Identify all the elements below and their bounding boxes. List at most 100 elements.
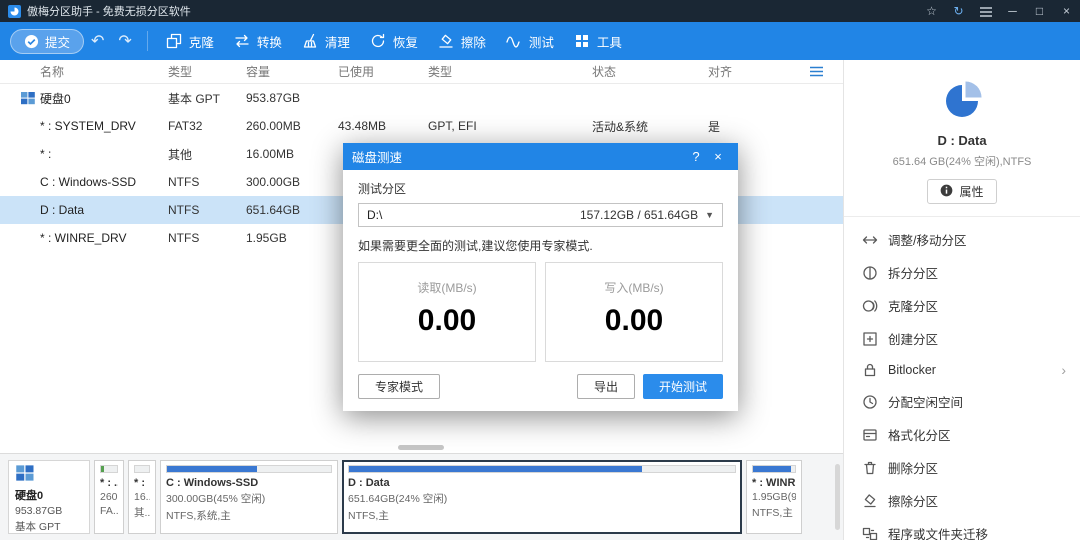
dropdown-arrow-icon: ▼ [705, 210, 714, 220]
partition-block[interactable]: C : Windows-SSD 300.00GB(45% 空闲) NTFS,系统… [160, 460, 338, 534]
partition-block[interactable]: * : 16... 其... [128, 460, 156, 534]
table-row[interactable]: 硬盘0 基本 GPT 953.87GB [0, 84, 843, 112]
menu-item[interactable]: 克隆分区 › [844, 289, 1080, 322]
close-button[interactable]: × [1053, 0, 1080, 22]
dialog-help-icon[interactable]: ? [685, 149, 707, 164]
menu-item[interactable]: 删除分区 › [844, 451, 1080, 484]
clean-icon [302, 33, 318, 49]
toolbar-button[interactable]: 清理 [292, 22, 360, 60]
write-speed-value: 0.00 [546, 304, 722, 338]
read-speed-label: 读取(MB/s) [359, 279, 535, 296]
usage-bar [100, 465, 118, 473]
delete-icon [862, 460, 878, 476]
pie-chart-icon [939, 109, 985, 126]
partition-blocks: * : ... 260... FA... * : 16... 其... [94, 460, 829, 534]
submit-button[interactable]: 提交 [10, 29, 84, 54]
partition-usage: 157.12GB / 651.64GB [580, 208, 698, 222]
toolbar-button[interactable]: 工具 [564, 22, 632, 60]
dialog-close-icon[interactable]: × [707, 149, 729, 164]
menu-item[interactable]: 擦除分区 › [844, 484, 1080, 517]
format-icon [862, 427, 878, 443]
toolbar: 提交 ↶ ↷ 克隆 转换 清理 [0, 22, 1080, 60]
app-window: 傲梅分区助手 - 免费无损分区软件 ☆ ↻ ─ □ × 提交 ↶ ↷ 克隆 [0, 0, 1080, 540]
properties-button[interactable]: 属性 [927, 179, 996, 204]
info-icon [940, 184, 953, 200]
operations-menu: 调整/移动分区 › 拆分分区 › 克隆分区 › [844, 217, 1080, 540]
undo-icon[interactable]: ↶ [91, 31, 104, 51]
column-header-aligned[interactable]: 对齐 [708, 63, 772, 80]
check-circle-icon [24, 34, 39, 49]
disk-map: 硬盘0 953.87GB 基本 GPT * : ... 260... FA... [0, 453, 843, 540]
column-header-name[interactable]: 名称 [0, 63, 168, 80]
menu-item[interactable]: 分配空闲空间 › [844, 385, 1080, 418]
migrate-icon [862, 526, 878, 540]
clone-partition-icon [862, 298, 878, 314]
dialog-title: 磁盘测速 [352, 147, 402, 166]
toolbar-divider [147, 31, 148, 51]
favorite-star-icon[interactable]: ☆ [918, 0, 945, 22]
window-title: 傲梅分区助手 - 免费无损分区软件 [27, 3, 191, 19]
menu-item[interactable]: 程序或文件夹迁移 › [844, 517, 1080, 540]
column-header-capacity[interactable]: 容量 [246, 63, 338, 80]
menu-item[interactable]: Bitlocker › [844, 355, 1080, 385]
titlebar: 傲梅分区助手 - 免费无损分区软件 ☆ ↻ ─ □ × [0, 0, 1080, 22]
partition-block[interactable]: * : WINRE_... 1.95GB(99%... NTFS,主 [746, 460, 802, 534]
column-header-status[interactable]: 状态 [592, 63, 708, 80]
horizontal-scrollbar-thumb[interactable] [398, 445, 444, 450]
toolbar-button[interactable]: 克隆 [156, 22, 224, 60]
toolbar-button[interactable]: 转换 [224, 22, 292, 60]
partition-block[interactable]: D : Data 651.64GB(24% 空闲) NTFS,主 [342, 460, 742, 534]
disk-icon [15, 474, 35, 486]
refresh-icon[interactable]: ↻ [945, 0, 972, 22]
speed-meters: 读取(MB/s) 0.00 写入(MB/s) 0.00 [358, 262, 723, 362]
tools-icon [574, 33, 590, 49]
write-speed-label: 写入(MB/s) [546, 279, 722, 296]
wipe-icon [862, 493, 878, 509]
clone-icon [166, 33, 182, 49]
disk-summary-block[interactable]: 硬盘0 953.87GB 基本 GPT [8, 460, 90, 534]
usage-bar [348, 465, 736, 473]
usage-bar [166, 465, 332, 473]
disk-icon [20, 91, 36, 106]
selected-partition-info: 651.64 GB(24% 空闲),NTFS [852, 153, 1072, 169]
dialog-footer: 专家模式 导出 开始测试 [358, 374, 723, 399]
menu-item[interactable]: 格式化分区 › [844, 418, 1080, 451]
expert-mode-button[interactable]: 专家模式 [358, 374, 440, 399]
menu-item[interactable]: 拆分分区 › [844, 256, 1080, 289]
column-header-fstype[interactable]: 类型 [428, 63, 592, 80]
erase-icon [438, 33, 454, 49]
toolbar-button[interactable]: 测试 [496, 22, 564, 60]
export-button[interactable]: 导出 [577, 374, 635, 399]
app-logo-icon [8, 5, 21, 18]
list-view-icon[interactable] [810, 66, 823, 77]
maximize-button[interactable]: □ [1026, 0, 1053, 22]
write-speed-panel: 写入(MB/s) 0.00 [545, 262, 723, 362]
menu-item[interactable]: 创建分区 › [844, 322, 1080, 355]
partition-select[interactable]: D:\ 157.12GB / 651.64GB ▼ [358, 203, 723, 227]
column-header-type[interactable]: 类型 [168, 63, 246, 80]
dialog-titlebar: 磁盘测速 ? × [343, 143, 738, 170]
toolbar-button[interactable]: 恢复 [360, 22, 428, 60]
selected-partition-name: D : Data [852, 133, 1072, 148]
partition-block[interactable]: * : ... 260... FA... [94, 460, 124, 534]
minimize-button[interactable]: ─ [999, 0, 1026, 22]
selected-partition-summary: D : Data 651.64 GB(24% 空闲),NTFS 属性 [844, 60, 1080, 217]
start-test-button[interactable]: 开始测试 [643, 374, 723, 399]
table-row[interactable]: * : SYSTEM_DRV FAT32 260.00MB 43.48MB GP… [0, 112, 843, 140]
diskmap-scrollbar-thumb[interactable] [835, 464, 840, 530]
column-header-used[interactable]: 已使用 [338, 63, 428, 80]
hamburger-menu-icon[interactable] [972, 0, 999, 22]
read-speed-panel: 读取(MB/s) 0.00 [358, 262, 536, 362]
usage-bar [752, 465, 796, 473]
table-header: 名称 类型 容量 已使用 类型 状态 对齐 [0, 60, 843, 84]
toolbar-button[interactable]: 擦除 [428, 22, 496, 60]
split-icon [862, 265, 878, 281]
partition-select-value: D:\ [367, 208, 382, 222]
redo-icon[interactable]: ↷ [118, 31, 131, 51]
recover-icon [370, 33, 386, 49]
titlebar-controls: ☆ ↻ ─ □ × [918, 0, 1080, 22]
usage-bar [134, 465, 150, 473]
clock-icon [862, 394, 878, 410]
toolbar-actions: 克隆 转换 清理 恢复 擦除 [156, 22, 632, 60]
menu-item[interactable]: 调整/移动分区 › [844, 223, 1080, 256]
